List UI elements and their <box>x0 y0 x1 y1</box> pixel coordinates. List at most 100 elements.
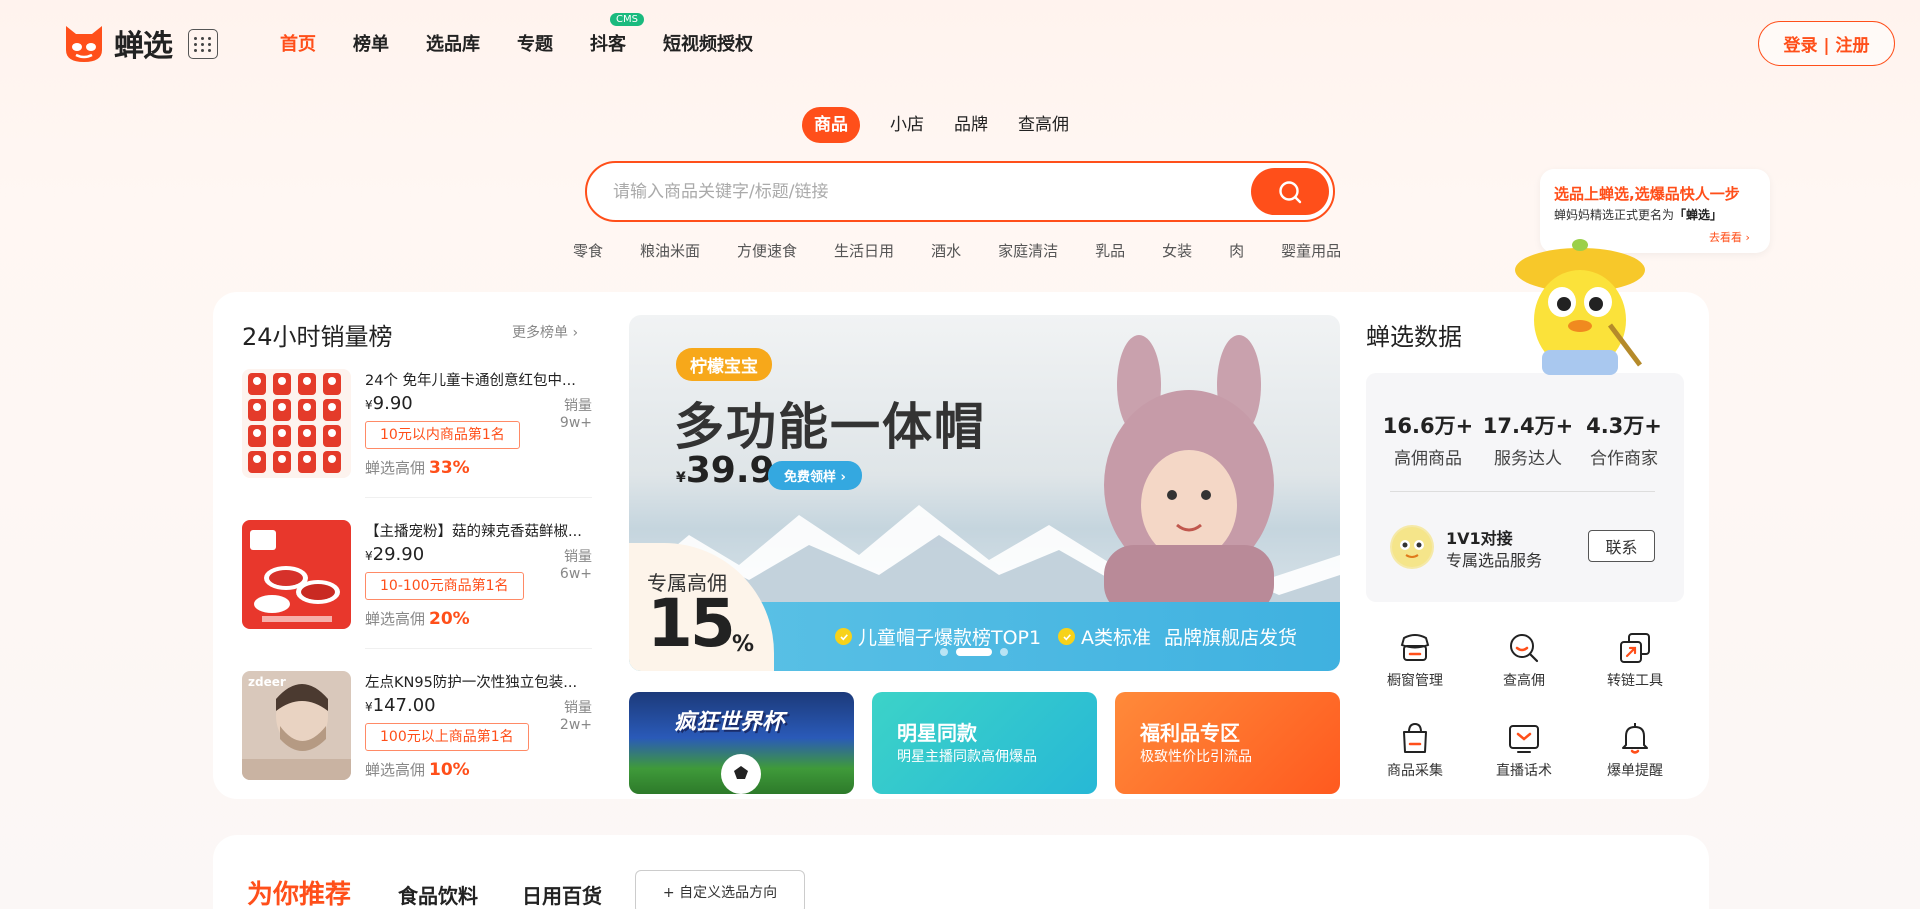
product-name: 24个 免年儿童卡通创意红包中... <box>365 373 576 389</box>
chevron-right-icon: › <box>572 325 579 341</box>
commission: 蝉选高佣 33% <box>365 458 470 478</box>
main-nav: 首页 榜单 选品库 专题 CMS 抖客 短视频授权 <box>280 13 790 56</box>
custom-direction-button[interactable]: + 自定义选品方向 <box>635 870 805 909</box>
carousel-dot[interactable] <box>956 648 992 656</box>
commission-unit: % <box>732 632 755 657</box>
tool-commission[interactable]: 查高佣 <box>1479 630 1569 690</box>
hot-word[interactable]: 零食 <box>573 240 603 261</box>
nav-item-topics[interactable]: 专题 <box>517 30 553 56</box>
hot-word[interactable]: 方便速食 <box>737 240 797 261</box>
promo-link[interactable]: 去看看 › <box>1709 229 1750 245</box>
hot-word[interactable]: 酒水 <box>931 240 961 261</box>
rank-tag: 10-100元商品第1名 <box>365 572 524 600</box>
nav-item-video-auth[interactable]: 短视频授权 <box>663 30 753 56</box>
tv-icon <box>1509 725 1539 753</box>
check-icon <box>1058 628 1075 645</box>
svg-text:zdeer: zdeer <box>248 675 286 689</box>
nav-item-douke[interactable]: CMS 抖客 <box>590 13 644 56</box>
divider <box>1390 491 1655 492</box>
chevron-right-icon: › <box>1745 231 1750 244</box>
nav-item-rankings[interactable]: 榜单 <box>353 30 389 56</box>
stat-merchants: 4.3万+ 合作商家 <box>1586 414 1662 469</box>
hot-words: 零食 粮油米面 方便速食 生活日用 酒水 家庭清洁 乳品 女装 肉 婴童用品 <box>573 240 1378 261</box>
carousel-dot[interactable] <box>1000 648 1008 656</box>
search-tab-shop[interactable]: 小店 <box>890 107 924 143</box>
tool-link-convert[interactable]: 转链工具 <box>1590 630 1680 690</box>
free-sample-button[interactable]: 免费领样 › <box>768 461 862 490</box>
celebrity-banner[interactable]: 明星同款 明星主播同款高佣爆品 <box>872 692 1097 794</box>
product-sales: 销量 9w+ <box>559 398 592 431</box>
hot-word[interactable]: 家庭清洁 <box>998 240 1058 261</box>
store-icon <box>1400 634 1430 661</box>
hot-word[interactable]: 女装 <box>1162 240 1192 261</box>
product-sales: 销量 2w+ <box>559 700 592 733</box>
child-hat-image <box>1104 335 1274 605</box>
product-price: ¥9.90 <box>365 393 413 414</box>
hot-word[interactable]: 肉 <box>1229 240 1244 261</box>
contact-button[interactable]: 联系 <box>1588 530 1655 562</box>
product-price: ¥147.00 <box>365 695 436 716</box>
commission-value: 15 <box>647 585 736 662</box>
contact-title: 1V1对接 <box>1446 529 1513 548</box>
search-box <box>585 161 1335 222</box>
banner-feature: 儿童帽子爆款榜TOP1 <box>835 623 1041 650</box>
hot-word[interactable]: 粮油米面 <box>640 240 700 261</box>
commission: 蝉选高佣 20% <box>365 609 470 629</box>
ranking-item[interactable]: zdeer 左点KN95防护一次性独立包装... ¥147.00 销量 2w+ … <box>242 671 592 783</box>
ranking-title: 24小时销量榜 <box>242 323 393 351</box>
hot-word[interactable]: 乳品 <box>1095 240 1125 261</box>
carousel-dots <box>936 648 1012 656</box>
banner-brand: 柠檬宝宝 <box>676 348 772 381</box>
search-tab-product[interactable]: 商品 <box>802 107 860 143</box>
product-name: 【主播宠粉】菇的辣克香菇鲜椒... <box>365 524 582 540</box>
product-sales: 销量 6w+ <box>559 549 592 582</box>
ranking-item[interactable]: 24个 免年儿童卡通创意红包中... ¥9.90 销量 9w+ 10元以内商品第… <box>242 369 592 481</box>
commission: 蝉选高佣 10% <box>365 760 470 780</box>
data-panel: 16.6万+ 高佣商品 17.4万+ 服务达人 4.3万+ 合作商家 1V1对接 专属… <box>1366 373 1684 602</box>
banner-feature: 品牌旗舰店发货 <box>1164 627 1298 649</box>
tab-daily-goods[interactable]: 日用百货 <box>522 880 602 909</box>
hot-word[interactable]: 婴童用品 <box>1281 240 1341 261</box>
search-input[interactable] <box>613 177 1213 207</box>
banner-price: ¥39.9 <box>676 450 775 491</box>
check-icon <box>835 628 852 645</box>
welfare-banner[interactable]: 福利品专区 极致性价比引流品 <box>1115 692 1340 794</box>
mascot-image <box>1500 230 1660 375</box>
carousel-dot[interactable] <box>940 648 948 656</box>
search-button[interactable] <box>1251 168 1329 215</box>
hero-banner[interactable]: 柠檬宝宝 多功能一体帽 ¥39.9 免费领样 › 儿童帽子爆款榜TOP1 A类标… <box>629 315 1340 671</box>
cms-badge: CMS <box>610 13 644 26</box>
tool-live-script[interactable]: 直播话术 <box>1479 720 1569 780</box>
world-cup-banner[interactable]: 疯狂世界杯 <box>629 692 854 794</box>
nav-item-home[interactable]: 首页 <box>280 30 316 56</box>
login-register-button[interactable]: 登录 | 注册 <box>1758 21 1895 66</box>
more-rankings-link[interactable]: 更多榜单 › <box>512 322 578 342</box>
search-icon <box>1510 634 1539 663</box>
search-tab-commission[interactable]: 查高佣 <box>1018 107 1069 143</box>
tab-food-drinks[interactable]: 食品饮料 <box>398 880 478 909</box>
logo[interactable]: 蝉选 <box>62 20 173 66</box>
world-cup-title: 疯狂世界杯 <box>674 710 785 735</box>
search-tab-brand[interactable]: 品牌 <box>954 107 988 143</box>
bell-icon <box>1622 723 1648 754</box>
contact-subtitle: 专属选品服务 <box>1446 551 1543 570</box>
tool-collect[interactable]: 商品采集 <box>1370 720 1460 780</box>
product-name: 左点KN95防护一次性独立包装... <box>365 675 578 691</box>
banner-feature: A类标准 <box>1058 623 1151 650</box>
tool-alert[interactable]: 爆单提醒 <box>1590 720 1680 780</box>
hot-word[interactable]: 生活日用 <box>834 240 894 261</box>
chevron-right-icon: › <box>840 470 846 485</box>
ranking-item[interactable]: 【主播宠粉】菇的辣克香菇鲜椒... ¥29.90 销量 6w+ 10-100元商… <box>242 520 592 632</box>
welfare-title: 福利品专区 <box>1140 721 1240 745</box>
nav-item-library[interactable]: 选品库 <box>426 30 480 56</box>
recommend-title: 为你推荐 <box>247 880 352 909</box>
avatar <box>1390 525 1434 569</box>
promo-title: 选品上蝉选,选爆品快人一步 <box>1554 185 1740 203</box>
product-price: ¥29.90 <box>365 544 425 565</box>
celebrity-title: 明星同款 <box>897 721 977 745</box>
apps-menu-icon[interactable] <box>188 29 218 59</box>
divider <box>365 497 592 498</box>
tool-showcase[interactable]: 橱窗管理 <box>1370 630 1460 690</box>
stat-influencers: 17.4万+ 服务达人 <box>1482 414 1574 469</box>
promo-subtitle: 蝉妈妈精选正式更名为「蝉选」 <box>1554 208 1723 222</box>
